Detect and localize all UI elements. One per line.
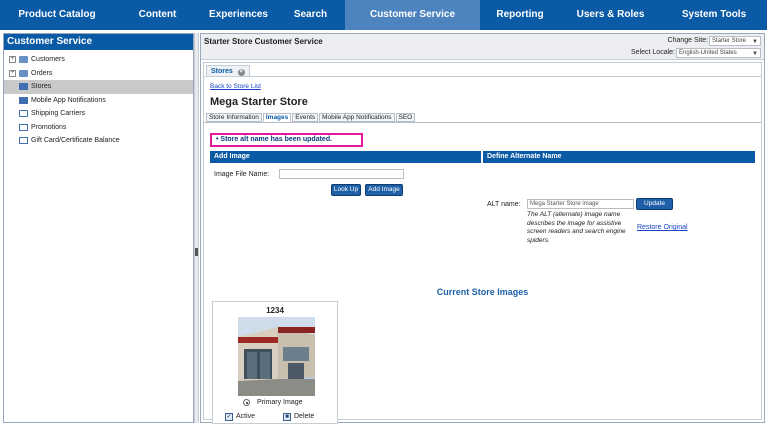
tab-store-information[interactable]: Store Information (206, 113, 262, 122)
folder-icon (19, 56, 28, 63)
alt-name-label: ALT name: (487, 201, 521, 208)
document-icon (19, 123, 28, 131)
nav-customer-service[interactable]: Customer Service (345, 0, 480, 30)
main-header: Starter Store Customer Service Change Si… (201, 34, 764, 60)
image-name: 1234 (266, 306, 284, 315)
sidebar-item-gift-card-balance[interactable]: Gift Card/Certificate Balance (4, 134, 193, 148)
sidebar-item-shipping-carriers[interactable]: Shipping Carriers (4, 107, 193, 121)
document-icon (19, 137, 28, 144)
status-message: • Store alt name has been updated. (210, 133, 363, 147)
sidebar-item-mobile-app-notifications[interactable]: Mobile App Notifications (4, 94, 193, 108)
sidebar-item-customers[interactable]: + Customers (4, 53, 193, 67)
sidebar-item-label: Promotions (31, 123, 67, 131)
nav-reporting[interactable]: Reporting (480, 0, 560, 30)
nav-system-tools[interactable]: System Tools (661, 0, 767, 30)
sidebar-item-label: Stores (31, 83, 52, 90)
nav-content[interactable]: Content (114, 0, 201, 30)
page-title: Starter Store Customer Service (204, 37, 323, 46)
add-image-header: Add Image (210, 151, 481, 163)
sidebar: Customer Service + Customers + Orders St… (3, 33, 194, 423)
nav-search[interactable]: Search (276, 0, 345, 30)
tab-images[interactable]: Images (262, 113, 292, 122)
locale-select-value: English-United States (679, 50, 737, 56)
truck-icon (19, 110, 28, 117)
sidebar-item-label: Shipping Carriers (31, 110, 86, 117)
sidebar-tree: + Customers + Orders Stores Mobile App N… (4, 53, 193, 148)
active-checkbox[interactable]: ✓ (225, 413, 233, 421)
main-panel: Starter Store Customer Service Change Si… (200, 33, 765, 424)
store-title: Mega Starter Store (210, 96, 308, 108)
look-up-button[interactable]: Look Up (331, 184, 361, 196)
sidebar-item-label: Mobile App Notifications (31, 96, 106, 104)
nav-users-roles[interactable]: Users & Roles (560, 0, 661, 30)
close-icon[interactable]: × (237, 69, 245, 76)
site-select[interactable]: Starter Store ▼ (709, 36, 761, 46)
chevron-down-icon: ▼ (752, 39, 758, 45)
image-card: 1234 Primary Image ✓ Active ■ Delete (212, 301, 338, 424)
image-file-name-input[interactable] (279, 169, 404, 179)
define-alternate-name-header: Define Alternate Name (483, 151, 755, 163)
sidebar-item-stores[interactable]: Stores (4, 80, 193, 94)
image-file-name-label: Image File Name: (214, 171, 270, 178)
store-icon (19, 83, 28, 90)
add-image-button[interactable]: Add Image (365, 184, 403, 196)
sidebar-item-label: Gift Card/Certificate Balance (31, 137, 120, 144)
back-to-store-list-link[interactable]: Back to Store List (210, 83, 261, 90)
divider (204, 122, 761, 123)
tab-mobile-app-notifications[interactable]: Mobile App Notifications (319, 113, 395, 122)
sidebar-title: Customer Service (4, 34, 193, 50)
store-icon (19, 96, 28, 104)
locale-select[interactable]: English-United States ▼ (676, 48, 761, 58)
splitter-grip-icon[interactable] (195, 248, 198, 256)
chevron-down-icon: ▼ (752, 51, 758, 57)
folder-icon (19, 69, 28, 77)
expand-icon[interactable]: + (9, 69, 16, 77)
current-store-images-title: Current Store Images (436, 287, 529, 297)
tab-seo[interactable]: SEO (395, 113, 416, 122)
content-area: Stores × Back to Store List Mega Starter… (203, 62, 762, 424)
expand-icon[interactable]: + (9, 56, 16, 63)
delete-label: Delete (294, 413, 315, 420)
sidebar-item-label: Customers (31, 56, 65, 63)
select-locale-label: Select Locale: (631, 49, 675, 56)
primary-image-radio[interactable] (243, 399, 250, 406)
divider (204, 76, 761, 77)
store-tabs: Store Information Images Events Mobile A… (206, 113, 416, 122)
active-label: Active (236, 413, 256, 420)
sidebar-item-promotions[interactable]: Promotions (4, 121, 193, 135)
top-nav: Product Catalog Content Experiences Sear… (0, 0, 767, 30)
restore-original-link[interactable]: Restore Original (637, 224, 688, 231)
tab-stores[interactable]: Stores × (206, 65, 250, 76)
alt-name-input[interactable]: Mega Starter Store image (527, 199, 634, 209)
alt-name-description: The ALT (alternate) image name describes… (527, 211, 626, 244)
nav-experiences[interactable]: Experiences (201, 0, 276, 30)
sidebar-item-orders[interactable]: + Orders (4, 67, 193, 81)
tab-label: Stores (211, 68, 233, 75)
panel-splitter[interactable] (194, 33, 199, 423)
tab-events[interactable]: Events (292, 113, 319, 122)
sidebar-item-label: Orders (31, 69, 53, 77)
delete-checkbox[interactable]: ■ (283, 413, 291, 421)
change-site-label: Change Site: (667, 37, 708, 44)
store-photo (238, 317, 315, 396)
primary-image-label: Primary Image (257, 399, 303, 406)
site-select-value: Starter Store (712, 38, 747, 44)
update-button[interactable]: Update (636, 198, 673, 210)
nav-product-catalog[interactable]: Product Catalog (0, 0, 114, 30)
